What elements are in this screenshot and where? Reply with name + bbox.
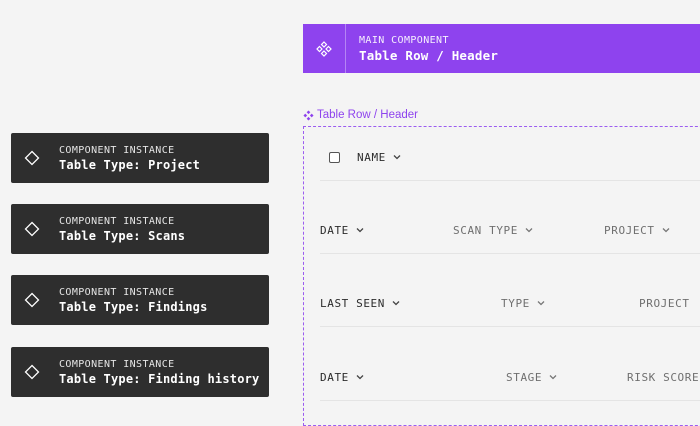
header-row-scans: DATE SCAN TYPE PROJECT [320, 207, 700, 254]
instance-title: Table Type: Project [59, 158, 201, 172]
instance-icon [23, 363, 41, 381]
header-row-project: NAME [320, 134, 700, 181]
col-scan-type[interactable]: SCAN TYPE [453, 207, 534, 253]
col-stage-label: STAGE [506, 370, 543, 384]
instance-title: Table Type: Finding history [59, 372, 260, 386]
col-type-label: TYPE [501, 296, 530, 310]
col-stage[interactable]: STAGE [506, 354, 558, 400]
instance-icon [23, 220, 41, 238]
main-component-title: Table Row / Header [359, 48, 499, 63]
component-set-icon [303, 109, 314, 121]
chevron-down-icon [662, 228, 670, 233]
col-risk-score[interactable]: RISK SCORE [627, 354, 699, 400]
instance-kicker: COMPONENT INSTANCE [59, 216, 175, 227]
instance-kicker: COMPONENT INSTANCE [59, 359, 175, 370]
component-icon [303, 24, 346, 73]
main-component-banner[interactable]: MAIN COMPONENT Table Row / Header [303, 24, 700, 73]
instance-card-project[interactable]: COMPONENT INSTANCE Table Type: Project [11, 133, 269, 183]
instance-icon [23, 149, 41, 167]
col-project[interactable]: PROJECT [639, 280, 690, 326]
component-set-label-text: Table Row / Header [317, 109, 418, 121]
col-date-label: DATE [320, 370, 349, 384]
col-type[interactable]: TYPE [501, 280, 546, 326]
instance-kicker: COMPONENT INSTANCE [59, 287, 175, 298]
col-project-label: PROJECT [604, 223, 655, 237]
col-name-label: NAME [357, 150, 386, 164]
instance-icon [23, 291, 41, 309]
instance-title: Table Type: Scans [59, 229, 186, 243]
chevron-down-icon [393, 155, 401, 160]
instance-card-scans[interactable]: COMPONENT INSTANCE Table Type: Scans [11, 204, 269, 254]
instance-title: Table Type: Findings [59, 300, 208, 314]
chevron-down-icon [392, 301, 400, 306]
chevron-down-icon [356, 375, 364, 380]
main-component-kicker: MAIN COMPONENT [359, 35, 449, 46]
header-row-finding-history: DATE STAGE RISK SCORE [320, 354, 700, 401]
chevron-down-icon [549, 375, 557, 380]
col-date[interactable]: DATE [320, 354, 365, 400]
chevron-down-icon [356, 228, 364, 233]
col-risk-score-label: RISK SCORE [627, 370, 700, 384]
col-date[interactable]: DATE [320, 207, 365, 253]
instance-kicker: COMPONENT INSTANCE [59, 145, 175, 156]
chevron-down-icon [525, 228, 533, 233]
component-set-label[interactable]: Table Row / Header [303, 109, 418, 121]
col-project-label: PROJECT [639, 296, 690, 310]
chevron-down-icon [537, 301, 545, 306]
instance-card-finding-history[interactable]: COMPONENT INSTANCE Table Type: Finding h… [11, 347, 269, 397]
header-row-findings: LAST SEEN TYPE PROJECT [320, 280, 700, 327]
select-all-checkbox[interactable] [329, 151, 340, 163]
col-scan-type-label: SCAN TYPE [453, 223, 519, 237]
instance-card-findings[interactable]: COMPONENT INSTANCE Table Type: Findings [11, 275, 269, 325]
col-date-label: DATE [320, 223, 349, 237]
col-name[interactable]: NAME [329, 134, 402, 180]
col-last-seen[interactable]: LAST SEEN [320, 280, 401, 326]
col-last-seen-label: LAST SEEN [320, 296, 386, 310]
col-project[interactable]: PROJECT [604, 207, 671, 253]
